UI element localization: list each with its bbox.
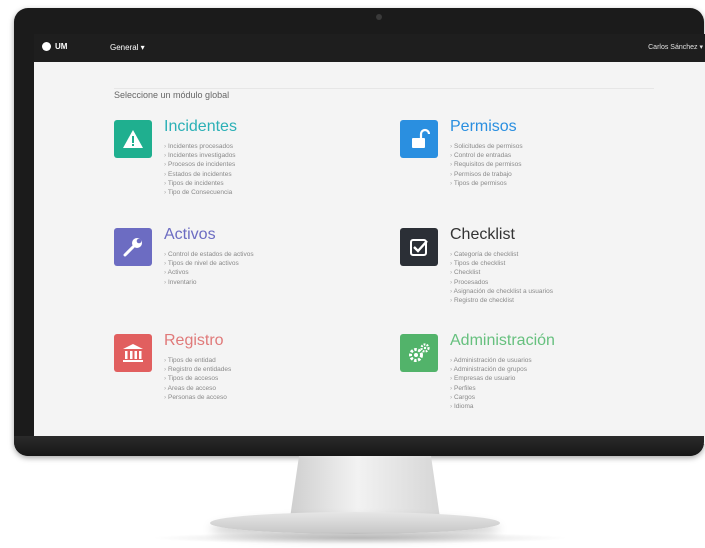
module-registro[interactable]: Registro Tipos de entidad Registro de en…	[114, 332, 364, 434]
module-link[interactable]: Inventario	[164, 278, 254, 287]
module-administracion[interactable]: Administración Administración de usuario…	[400, 332, 650, 434]
brand-logo[interactable]: UM	[42, 42, 67, 51]
monitor-bezel-bottom	[14, 436, 704, 456]
module-links: Control de estados de activos Tipos de n…	[164, 250, 254, 287]
module-link[interactable]: Administración de grupos	[450, 365, 532, 374]
bank-icon[interactable]	[114, 334, 152, 372]
module-link[interactable]: Tipos de permisos	[450, 179, 523, 188]
module-permisos[interactable]: Permisos Solicitudes de permisos Control…	[400, 118, 650, 220]
module-title[interactable]: Activos	[164, 226, 216, 244]
warning-icon[interactable]	[114, 120, 152, 158]
module-link[interactable]: Incidentes investigados	[164, 151, 236, 160]
monitor-frame: UM General ▾ Carlos Sánchez ▾ Seleccione…	[14, 8, 705, 456]
module-link[interactable]: Cargos	[450, 393, 532, 402]
module-links: Incidentes procesados Incidentes investi…	[164, 142, 236, 197]
page-subtitle: Seleccione un módulo global	[114, 90, 230, 100]
module-link[interactable]: Control de estados de activos	[164, 250, 254, 259]
checkbox-icon[interactable]	[400, 228, 438, 266]
module-link[interactable]: Registro de entidades	[164, 365, 231, 374]
module-link[interactable]: Areas de acceso	[164, 384, 231, 393]
wrench-icon[interactable]	[114, 228, 152, 266]
module-link[interactable]: Registro de checklist	[450, 296, 553, 305]
webcam	[376, 14, 382, 20]
module-link[interactable]: Requisitos de permisos	[450, 160, 523, 169]
module-link[interactable]: Control de entradas	[450, 151, 523, 160]
module-link[interactable]: Perfiles	[450, 384, 532, 393]
module-link[interactable]: Tipos de entidad	[164, 356, 231, 365]
module-link[interactable]: Tipos de checklist	[450, 259, 553, 268]
module-link[interactable]: Tipos de incidentes	[164, 179, 236, 188]
module-title[interactable]: Registro	[164, 332, 224, 350]
module-link[interactable]: Estados de incidentes	[164, 170, 236, 179]
module-link[interactable]: Checklist	[450, 268, 553, 277]
module-link[interactable]: Tipo de Consecuencia	[164, 188, 236, 197]
module-incidentes[interactable]: Incidentes Incidentes procesados Inciden…	[114, 118, 364, 220]
breadcrumb	[114, 72, 654, 89]
module-title[interactable]: Incidentes	[164, 118, 237, 136]
module-link[interactable]: Solicitudes de permisos	[450, 142, 523, 151]
logo-circle-icon	[42, 42, 51, 51]
unlock-icon[interactable]	[400, 120, 438, 158]
general-menu[interactable]: General ▾	[110, 43, 145, 52]
module-link[interactable]: Idioma	[450, 402, 532, 411]
module-activos[interactable]: Activos Control de estados de activos Ti…	[114, 226, 364, 328]
module-link[interactable]: Tipos de nivel de activos	[164, 259, 254, 268]
floor-shadow	[150, 532, 570, 544]
app-screen: UM General ▾ Carlos Sánchez ▾ Seleccione…	[34, 34, 705, 444]
brand-name: UM	[55, 42, 68, 51]
monitor-stand-base	[210, 512, 500, 534]
module-link[interactable]: Procesos de incidentes	[164, 160, 236, 169]
module-title[interactable]: Checklist	[450, 226, 515, 244]
module-checklist[interactable]: Checklist Categoría de checklist Tipos d…	[400, 226, 650, 328]
user-menu[interactable]: Carlos Sánchez ▾	[648, 43, 703, 51]
module-links: Categoría de checklist Tipos de checklis…	[450, 250, 553, 305]
module-link[interactable]: Empresas de usuario	[450, 374, 532, 383]
module-link[interactable]: Procesados	[450, 278, 553, 287]
module-links: Tipos de entidad Registro de entidades T…	[164, 356, 232, 402]
main-content: Seleccione un módulo global Incidentes I…	[34, 62, 705, 444]
module-link[interactable]: Administración de usuarios	[450, 356, 532, 365]
module-title[interactable]: Permisos	[450, 118, 517, 136]
module-link[interactable]: Activos	[164, 268, 254, 277]
module-link[interactable]: Asignación de checklist a usuarios	[450, 287, 553, 296]
module-title[interactable]: Administración	[450, 332, 555, 350]
module-links: Administración de usuarios Administració…	[450, 356, 532, 411]
monitor-stand-neck	[290, 456, 440, 518]
gears-icon[interactable]	[400, 334, 438, 372]
module-links: Solicitudes de permisos Control de entra…	[450, 142, 523, 188]
module-link[interactable]: Permisos de trabajo	[450, 170, 523, 179]
module-link[interactable]: Incidentes procesados	[164, 142, 236, 151]
module-link[interactable]: Categoría de checklist	[450, 250, 553, 259]
module-link[interactable]: Tipos de accesos	[164, 374, 231, 383]
top-navbar: UM General ▾ Carlos Sánchez ▾	[34, 34, 705, 62]
module-link[interactable]: Personas de acceso	[164, 393, 231, 402]
